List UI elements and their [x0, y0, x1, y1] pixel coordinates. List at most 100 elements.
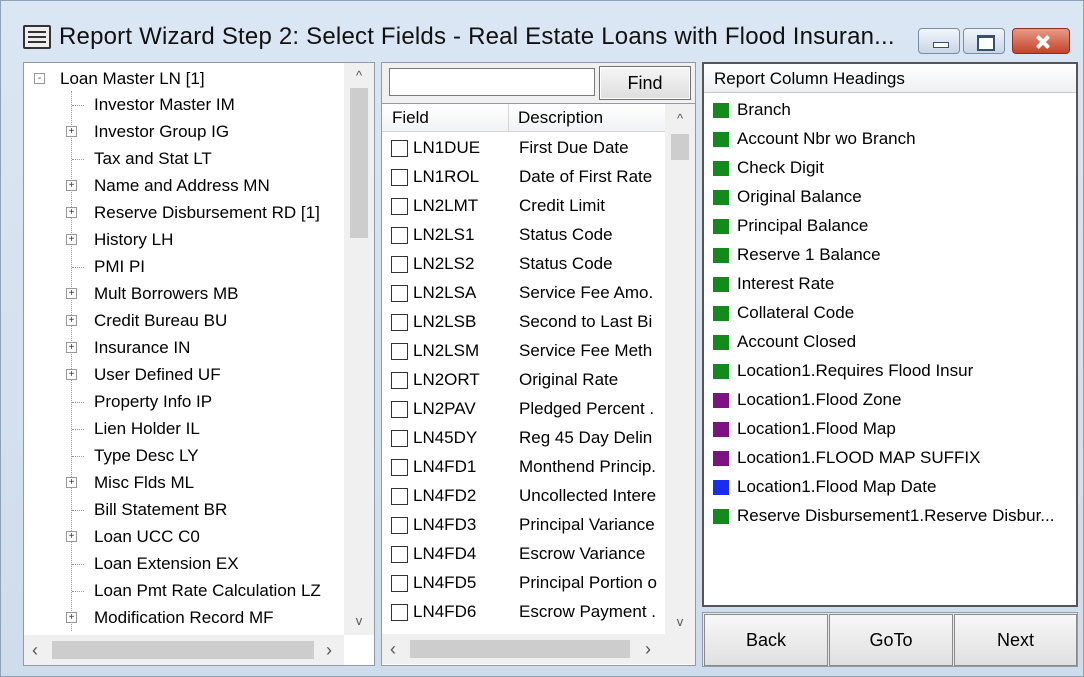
field-row[interactable]: LN1ROL Date of First Rate	[382, 163, 665, 192]
field-checkbox[interactable]	[391, 430, 408, 447]
report-column-heading-item[interactable]: Principal Balance	[704, 213, 1076, 242]
report-column-heading-item[interactable]: Location1.Flood Map	[704, 416, 1076, 445]
field-row[interactable]: LN2ORT Original Rate	[382, 366, 665, 395]
report-column-heading-item[interactable]: Interest Rate	[704, 271, 1076, 300]
tree-item[interactable]: Bill Statement BR	[24, 497, 344, 524]
scroll-left-icon[interactable]: ‹	[385, 639, 401, 659]
field-row[interactable]: LN4FD2 Uncollected Intere	[382, 482, 665, 511]
expand-icon[interactable]: +	[66, 180, 77, 191]
tree-item[interactable]: Lien Holder IL	[24, 416, 344, 443]
scroll-up-icon[interactable]: ^	[349, 66, 369, 86]
field-checkbox[interactable]	[391, 227, 408, 244]
tree-item[interactable]: + Modification Record MF	[24, 605, 344, 632]
goto-button[interactable]: GoTo	[829, 614, 953, 666]
tree-item[interactable]: + Misc Flds ML	[24, 470, 344, 497]
tree-item[interactable]: Investor Master IM	[24, 92, 344, 119]
tree-scroll-thumb[interactable]	[350, 88, 368, 238]
expand-icon[interactable]: +	[66, 612, 77, 623]
field-checkbox[interactable]	[391, 459, 408, 476]
column-divider[interactable]	[508, 104, 509, 132]
field-checkbox[interactable]	[391, 256, 408, 273]
expand-icon[interactable]: +	[66, 342, 77, 353]
field-checkbox[interactable]	[391, 575, 408, 592]
field-row[interactable]: LN4FD5 Principal Portion o	[382, 569, 665, 598]
field-row[interactable]: LN2LSB Second to Last Bi	[382, 308, 665, 337]
report-column-heading-item[interactable]: Location1.FLOOD MAP SUFFIX	[704, 445, 1076, 474]
find-button[interactable]: Find	[599, 66, 691, 100]
scroll-left-icon[interactable]: ‹	[27, 640, 43, 660]
expand-icon[interactable]: +	[66, 126, 77, 137]
collapse-icon[interactable]: -	[34, 73, 45, 84]
report-column-heading-item[interactable]: Original Balance	[704, 184, 1076, 213]
column-header-field[interactable]: Field	[392, 108, 429, 128]
field-row[interactable]: LN4FD3 Principal Variance	[382, 511, 665, 540]
field-row[interactable]: LN2LS1 Status Code	[382, 221, 665, 250]
tree-item[interactable]: Property Info IP	[24, 389, 344, 416]
field-row[interactable]: LN2PAV Pledged Percent .	[382, 395, 665, 424]
expand-icon[interactable]: +	[66, 369, 77, 380]
fields-horizontal-scrollbar[interactable]: ‹ ›	[382, 634, 695, 664]
field-checkbox[interactable]	[391, 285, 408, 302]
field-checkbox[interactable]	[391, 140, 408, 157]
report-column-heading-item[interactable]: Branch	[704, 97, 1076, 126]
field-row[interactable]: LN2LSA Service Fee Amo.	[382, 279, 665, 308]
tree-item[interactable]: Loan Pmt Rate Calculation LZ	[24, 578, 344, 605]
minimize-button[interactable]	[918, 28, 960, 54]
tree-item[interactable]: + Insurance IN	[24, 335, 344, 362]
field-row[interactable]: LN2LS2 Status Code	[382, 250, 665, 279]
scroll-right-icon[interactable]: ›	[321, 640, 337, 660]
tree-item[interactable]: + Loan UCC C0	[24, 524, 344, 551]
tree-horizontal-scrollbar[interactable]: ‹ ›	[24, 635, 344, 665]
report-column-heading-item[interactable]: Location1.Flood Map Date	[704, 474, 1076, 503]
field-search-input[interactable]	[389, 68, 595, 96]
tree-item[interactable]: + Investor Group IG	[24, 119, 344, 146]
tree-item[interactable]: - Loan Master LN [1]	[24, 66, 344, 93]
field-checkbox[interactable]	[391, 401, 408, 418]
expand-icon[interactable]: +	[66, 477, 77, 488]
report-column-heading-item[interactable]: Location1.Requires Flood Insur	[704, 358, 1076, 387]
tree-item[interactable]: + History LH	[24, 227, 344, 254]
field-checkbox[interactable]	[391, 169, 408, 186]
maximize-button[interactable]	[963, 28, 1005, 54]
expand-icon[interactable]: +	[66, 531, 77, 542]
field-checkbox[interactable]	[391, 517, 408, 534]
scroll-down-icon[interactable]: v	[670, 612, 690, 632]
tree-item[interactable]: Loan Extension EX	[24, 551, 344, 578]
expand-icon[interactable]: +	[66, 207, 77, 218]
field-row[interactable]: LN45DY Reg 45 Day Delin	[382, 424, 665, 453]
tree-item[interactable]: + Credit Bureau BU	[24, 308, 344, 335]
expand-icon[interactable]: +	[66, 315, 77, 326]
fields-hscroll-thumb[interactable]	[410, 640, 630, 658]
scroll-down-icon[interactable]: v	[349, 611, 369, 631]
field-checkbox[interactable]	[391, 488, 408, 505]
fields-scroll-thumb[interactable]	[671, 134, 689, 160]
tree-item[interactable]: PMI PI	[24, 254, 344, 281]
field-checkbox[interactable]	[391, 314, 408, 331]
report-column-heading-item[interactable]: Location1.Flood Zone	[704, 387, 1076, 416]
field-checkbox[interactable]	[391, 372, 408, 389]
tree-vertical-scrollbar[interactable]: ^ v	[344, 63, 374, 635]
report-column-heading-item[interactable]: Account Nbr wo Branch	[704, 126, 1076, 155]
tree-item[interactable]: Type Desc LY	[24, 443, 344, 470]
tree-item[interactable]: + User Defined UF	[24, 362, 344, 389]
back-button[interactable]: Back	[704, 614, 828, 666]
next-button[interactable]: Next	[954, 614, 1077, 666]
expand-icon[interactable]: +	[66, 234, 77, 245]
tree-item[interactable]: Tax and Stat LT	[24, 146, 344, 173]
report-column-heading-item[interactable]: Check Digit	[704, 155, 1076, 184]
field-row[interactable]: LN1DUE First Due Date	[382, 134, 665, 163]
report-column-heading-item[interactable]: Reserve 1 Balance	[704, 242, 1076, 271]
scroll-right-icon[interactable]: ›	[640, 639, 656, 659]
fields-vertical-scrollbar[interactable]: ^ v	[665, 104, 695, 634]
report-column-heading-item[interactable]: Collateral Code	[704, 300, 1076, 329]
tree-item[interactable]: + Reserve Disbursement RD [1]	[24, 200, 344, 227]
tree-item[interactable]: + Name and Address MN	[24, 173, 344, 200]
tree-hscroll-thumb[interactable]	[52, 641, 314, 659]
column-header-description[interactable]: Description	[518, 108, 603, 128]
field-checkbox[interactable]	[391, 546, 408, 563]
field-row[interactable]: LN4FD1 Monthend Princip.	[382, 453, 665, 482]
field-row[interactable]: LN4FD4 Escrow Variance	[382, 540, 665, 569]
field-row[interactable]: LN2LSM Service Fee Meth	[382, 337, 665, 366]
close-button[interactable]	[1012, 28, 1070, 54]
report-column-heading-item[interactable]: Account Closed	[704, 329, 1076, 358]
